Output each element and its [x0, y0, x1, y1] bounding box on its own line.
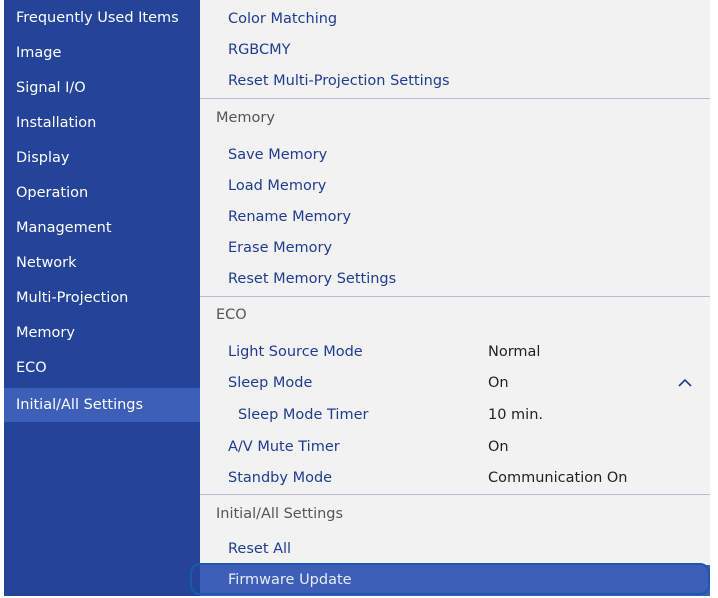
- sidebar-item-eco[interactable]: ECO: [4, 351, 200, 385]
- sidebar-item-image[interactable]: Image: [4, 36, 200, 70]
- menu-item-label: Erase Memory: [228, 240, 333, 256]
- menu-item-label: RGBCMY: [228, 42, 291, 58]
- menu-item-label: Reset Memory Settings: [228, 271, 397, 287]
- menu-item-rename-memory[interactable]: Rename Memory: [200, 202, 710, 233]
- menu-item-standby-mode[interactable]: Standby Mode Communication On: [200, 463, 710, 494]
- menu-item-light-source-mode[interactable]: Light Source Mode Normal: [200, 337, 710, 368]
- menu-item-label: Light Source Mode: [228, 344, 363, 360]
- sidebar-item-signal-io[interactable]: Signal I/O: [4, 71, 200, 105]
- menu-item-av-mute-timer[interactable]: A/V Mute Timer On: [200, 432, 710, 463]
- menu-item-label: Sleep Mode: [228, 375, 313, 391]
- menu-item-sleep-mode[interactable]: Sleep Mode On: [200, 368, 710, 399]
- section-header-label: Memory: [216, 110, 275, 126]
- menu-item-label: Sleep Mode Timer: [238, 407, 369, 423]
- menu-item-label: Firmware Update: [228, 572, 352, 588]
- section-divider: [200, 98, 710, 99]
- menu-item-label: Load Memory: [228, 178, 327, 194]
- menu-item-reset-memory-settings[interactable]: Reset Memory Settings: [200, 264, 710, 295]
- menu-item-color-matching[interactable]: Color Matching: [200, 4, 710, 35]
- menu-item-rgbcmy[interactable]: RGBCMY: [200, 35, 710, 66]
- menu-item-reset-multi-projection[interactable]: Reset Multi-Projection Settings: [200, 66, 710, 97]
- menu-item-reset-all[interactable]: Reset All: [200, 534, 710, 565]
- menu-item-load-memory[interactable]: Load Memory: [200, 171, 710, 202]
- section-divider: [200, 296, 710, 297]
- section-header-memory: Memory: [200, 101, 710, 136]
- menu-item-value: On: [488, 439, 509, 455]
- menu-item-value: 10 min.: [488, 407, 544, 423]
- menu-item-label: Standby Mode: [228, 470, 333, 486]
- menu-item-label: Rename Memory: [228, 209, 352, 225]
- settings-panel: Color Matching RGBCMY Reset Multi-Projec…: [200, 0, 710, 596]
- section-header-eco: ECO: [200, 298, 710, 333]
- section-header-label: Initial/All Settings: [216, 506, 344, 522]
- sidebar-item-initial-all-settings[interactable]: Initial/All Settings: [4, 388, 200, 422]
- menu-item-erase-memory[interactable]: Erase Memory: [200, 233, 710, 264]
- sidebar-item-network[interactable]: Network: [4, 246, 200, 280]
- sidebar-item-display[interactable]: Display: [4, 141, 200, 175]
- chevron-up-icon[interactable]: [678, 368, 692, 399]
- menu-item-label: Reset Multi-Projection Settings: [228, 73, 450, 89]
- sidebar-item-multi-projection[interactable]: Multi-Projection: [4, 281, 200, 315]
- menu-item-firmware-update[interactable]: Firmware Update: [200, 565, 710, 596]
- section-header-label: ECO: [216, 307, 247, 323]
- menu-item-value: On: [488, 375, 509, 391]
- sidebar: Frequently Used Items Image Signal I/O I…: [4, 0, 200, 596]
- menu-item-sleep-mode-timer[interactable]: Sleep Mode Timer 10 min.: [200, 400, 710, 431]
- menu-item-label: Reset All: [228, 541, 292, 557]
- sidebar-item-installation[interactable]: Installation: [4, 106, 200, 140]
- sidebar-item-management[interactable]: Management: [4, 211, 200, 245]
- menu-item-value: Communication On: [488, 470, 628, 486]
- sidebar-item-memory[interactable]: Memory: [4, 316, 200, 350]
- sidebar-item-frequently-used-items[interactable]: Frequently Used Items: [4, 1, 200, 35]
- menu-item-value: Normal: [488, 344, 541, 360]
- menu-item-save-memory[interactable]: Save Memory: [200, 140, 710, 171]
- sidebar-item-operation[interactable]: Operation: [4, 176, 200, 210]
- menu-item-label: A/V Mute Timer: [228, 439, 340, 455]
- projector-menu-screen: Frequently Used Items Image Signal I/O I…: [4, 0, 710, 596]
- menu-item-label: Save Memory: [228, 147, 328, 163]
- section-divider: [200, 494, 710, 495]
- menu-item-label: Color Matching: [228, 11, 338, 27]
- section-header-initial-all-settings: Initial/All Settings: [200, 497, 710, 532]
